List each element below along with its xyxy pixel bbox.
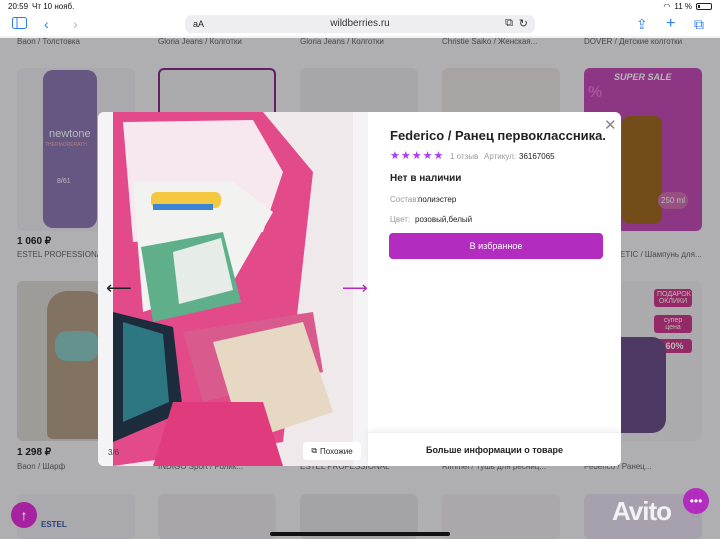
reload-icon[interactable]: ↻ bbox=[519, 17, 528, 30]
wifi-icon: ◠ bbox=[663, 2, 671, 11]
reviews-count[interactable]: 1 отзыв bbox=[450, 152, 478, 161]
similar-icon: ⧉ bbox=[311, 446, 318, 455]
back-icon[interactable]: ‹ bbox=[44, 16, 49, 32]
rating-stars: ★★★★★ bbox=[390, 150, 445, 162]
product-quick-view: 3/6 ⧉ Похожие ⟵ ⟶ Federico / Ранец перво… bbox=[98, 112, 621, 466]
new-tab-icon[interactable]: + bbox=[666, 16, 675, 32]
reader-icon[interactable]: ⧉ bbox=[505, 17, 513, 30]
product-title[interactable]: Federico / Ранец первоклассника... bbox=[390, 128, 605, 143]
tabs-icon[interactable]: ⧉ bbox=[694, 16, 704, 32]
battery-label: 11 % bbox=[674, 2, 692, 11]
forward-icon[interactable]: › bbox=[73, 16, 78, 32]
product-photo[interactable] bbox=[113, 112, 353, 466]
article-value: 36167065 bbox=[519, 152, 555, 161]
status-bar: 20:59 Чт 10 нояб. ◠ 11 % bbox=[0, 0, 720, 12]
avito-watermark: Avito bbox=[612, 496, 672, 526]
scroll-up-icon[interactable]: ↑ bbox=[11, 502, 37, 528]
chat-icon[interactable]: ••• bbox=[683, 488, 709, 514]
add-to-favorites-button[interactable]: В избранное bbox=[389, 233, 603, 259]
arrow-right-icon[interactable]: ⟶ bbox=[342, 278, 368, 299]
image-gallery: 3/6 ⧉ Похожие ⟵ ⟶ bbox=[98, 112, 368, 466]
close-icon[interactable]: ✕ bbox=[604, 116, 617, 134]
battery-icon bbox=[696, 3, 712, 10]
color-label: Цвет: bbox=[390, 215, 411, 224]
stock-status: Нет в наличии bbox=[390, 173, 462, 184]
arrow-left-icon[interactable]: ⟵ bbox=[106, 278, 132, 299]
backpack-illustration bbox=[113, 112, 353, 466]
url-text[interactable]: wildberries.ru bbox=[185, 18, 535, 29]
home-indicator bbox=[270, 532, 450, 536]
address-bar[interactable]: aA wildberries.ru ⧉ ↻ bbox=[185, 15, 535, 33]
status-date: Чт 10 нояб. bbox=[32, 2, 75, 11]
status-time: 20:59 bbox=[8, 2, 29, 11]
sidebar-icon[interactable] bbox=[12, 16, 27, 32]
similar-button[interactable]: ⧉ Похожие bbox=[303, 442, 361, 460]
more-info-button[interactable]: Больше информации о товаре bbox=[368, 432, 621, 466]
similar-label: Похожие bbox=[320, 446, 353, 456]
image-counter: 3/6 bbox=[108, 448, 120, 457]
status-right: ◠ 11 % bbox=[663, 2, 712, 11]
composition-value: полиэстер bbox=[418, 195, 457, 204]
browser-toolbar: ‹ › aA wildberries.ru ⧉ ↻ ⇪ + ⧉ bbox=[0, 12, 720, 36]
share-icon[interactable]: ⇪ bbox=[636, 16, 648, 32]
composition-label: Состав: bbox=[390, 195, 419, 204]
article-label: Артикул: bbox=[484, 152, 517, 161]
product-info: Federico / Ранец первоклассника... ✕ ★★★… bbox=[388, 112, 621, 466]
color-value: розовый,белый bbox=[415, 215, 473, 224]
